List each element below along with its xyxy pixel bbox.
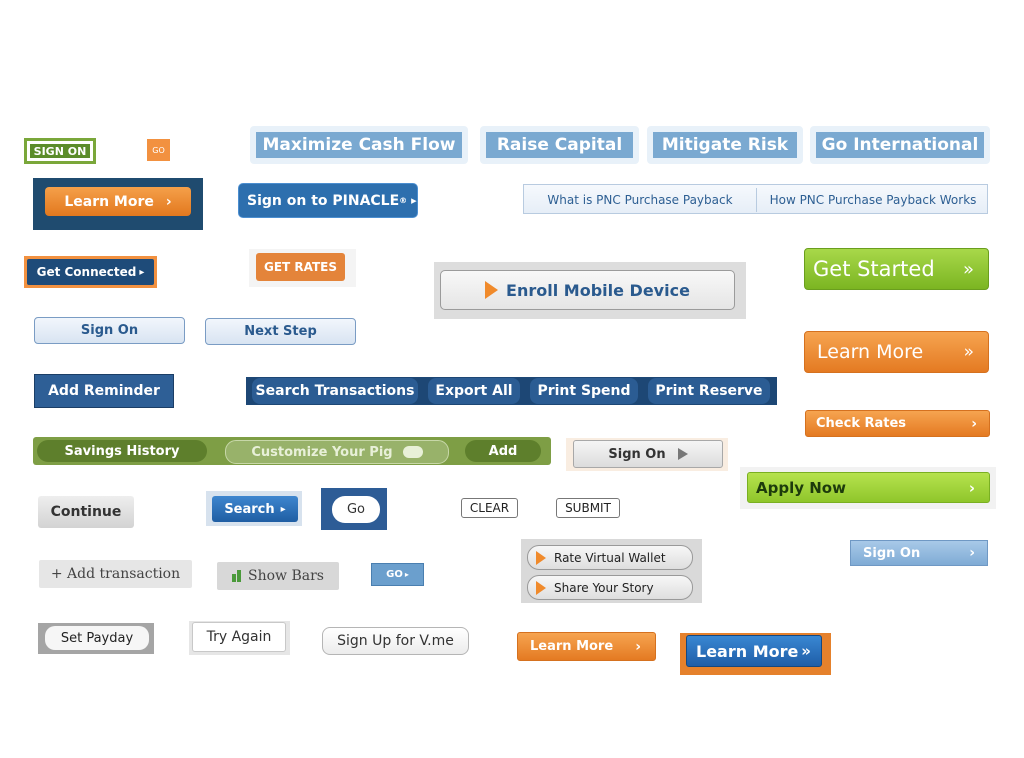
check-rates-button[interactable]: Check Rates › bbox=[805, 410, 990, 437]
tab-how-pnc-payback-works[interactable]: How PNC Purchase Payback Works bbox=[757, 185, 989, 215]
chevron-right-icon: › bbox=[968, 478, 975, 497]
share-story-label: Share Your Story bbox=[554, 580, 654, 595]
add-transaction-button[interactable]: + Add transaction bbox=[39, 560, 192, 588]
learn-more-small-button[interactable]: Learn More › bbox=[517, 632, 656, 661]
chevron-right-icon: › bbox=[971, 415, 977, 432]
learn-more-orange-label: Learn More bbox=[817, 341, 924, 363]
savings-toolbar: Savings History Customize Your Pig Add bbox=[33, 437, 551, 465]
sign-on-lightblue-button[interactable]: Sign On › bbox=[850, 540, 988, 566]
play-triangle-icon bbox=[677, 448, 688, 460]
triangle-right-icon: ▸ bbox=[411, 194, 417, 207]
pnc-payback-tabs: What is PNC Purchase Payback How PNC Pur… bbox=[523, 184, 988, 214]
print-spend-button[interactable]: Print Spend bbox=[530, 378, 638, 404]
learn-more-orange-button[interactable]: Learn More » bbox=[804, 331, 989, 373]
sign-on-green-button[interactable]: SIGN ON bbox=[24, 138, 96, 164]
apply-now-button[interactable]: Apply Now › bbox=[747, 472, 990, 503]
learn-more-small-label: Learn More bbox=[530, 639, 614, 654]
sign-up-vme-button[interactable]: Sign Up for V.me bbox=[322, 627, 469, 655]
show-bars-label: Show Bars bbox=[248, 568, 324, 584]
double-chevron-icon: » bbox=[801, 642, 811, 660]
sign-on-pinacle-button[interactable]: Sign on to PINACLE ® ▸ bbox=[238, 183, 418, 218]
go-orange-button[interactable]: GO bbox=[147, 139, 170, 161]
search-button[interactable]: Search ▸ bbox=[212, 496, 298, 522]
export-all-button[interactable]: Export All bbox=[428, 378, 520, 404]
chevron-right-icon: › bbox=[635, 638, 641, 655]
get-connected-label: Get Connected bbox=[36, 265, 137, 279]
rate-virtual-wallet-button[interactable]: Rate Virtual Wallet bbox=[527, 545, 693, 570]
show-bars-button[interactable]: Show Bars bbox=[217, 562, 339, 590]
add-button[interactable]: Add bbox=[465, 440, 541, 462]
check-rates-label: Check Rates bbox=[816, 416, 907, 431]
triangle-right-icon: ▸ bbox=[404, 570, 409, 579]
play-triangle-icon bbox=[536, 550, 546, 565]
enroll-mobile-device-button[interactable]: Enroll Mobile Device bbox=[440, 270, 735, 310]
clear-button[interactable]: CLEAR bbox=[461, 498, 518, 518]
maximize-cash-flow-button[interactable]: Maximize Cash Flow bbox=[250, 126, 468, 164]
sign-on-green-label: SIGN ON bbox=[30, 144, 90, 158]
share-your-story-button[interactable]: Share Your Story bbox=[527, 575, 693, 600]
learn-more-dark-button[interactable]: Learn More › bbox=[45, 187, 191, 216]
sign-on-lightblue-label: Sign On bbox=[863, 545, 921, 561]
sign-on-pinacle-label: Sign on to PINACLE bbox=[247, 192, 400, 209]
sign-on-grey-button[interactable]: Sign On bbox=[573, 440, 723, 468]
transaction-toolbar: Search Transactions Export All Print Spe… bbox=[246, 377, 777, 405]
chevron-right-icon: › bbox=[165, 193, 172, 210]
tab-what-is-pnc-payback[interactable]: What is PNC Purchase Payback bbox=[524, 185, 756, 215]
double-chevron-icon: » bbox=[962, 258, 974, 280]
add-reminder-button[interactable]: Add Reminder bbox=[34, 374, 174, 408]
continue-button[interactable]: Continue bbox=[38, 496, 134, 528]
search-transactions-button[interactable]: Search Transactions bbox=[252, 378, 418, 404]
try-again-button[interactable]: Try Again bbox=[192, 622, 286, 652]
learn-more-blue-label: Learn More bbox=[696, 641, 799, 661]
customize-pig-button[interactable]: Customize Your Pig bbox=[225, 440, 449, 464]
sign-on-grey-label: Sign On bbox=[608, 446, 666, 462]
submit-button[interactable]: SUBMIT bbox=[556, 498, 620, 518]
chevron-right-icon: › bbox=[969, 545, 975, 561]
mitigate-risk-button[interactable]: Mitigate Risk bbox=[647, 126, 803, 164]
go-button[interactable]: Go bbox=[332, 496, 380, 523]
double-chevron-icon: » bbox=[963, 342, 974, 362]
set-payday-button[interactable]: Set Payday bbox=[45, 626, 149, 650]
savings-history-button[interactable]: Savings History bbox=[37, 440, 207, 462]
learn-more-dark-label: Learn More bbox=[64, 193, 154, 210]
enroll-mobile-label: Enroll Mobile Device bbox=[506, 280, 690, 300]
customize-pig-label: Customize Your Pig bbox=[251, 444, 393, 460]
go-small-button[interactable]: GO ▸ bbox=[371, 563, 424, 586]
raise-capital-button[interactable]: Raise Capital bbox=[480, 126, 639, 164]
triangle-right-icon: ▸ bbox=[139, 266, 145, 278]
go-international-button[interactable]: Go International bbox=[810, 126, 990, 164]
get-started-button[interactable]: Get Started » bbox=[804, 248, 989, 290]
play-triangle-icon bbox=[485, 281, 499, 299]
sign-on-blue-button[interactable]: Sign On bbox=[34, 317, 185, 344]
get-started-label: Get Started bbox=[813, 257, 935, 281]
rate-wallet-label: Rate Virtual Wallet bbox=[554, 550, 666, 565]
print-reserve-button[interactable]: Print Reserve bbox=[648, 378, 770, 404]
play-triangle-icon bbox=[536, 580, 546, 595]
triangle-right-icon: ▸ bbox=[280, 503, 286, 515]
bar-chart-icon bbox=[232, 570, 242, 582]
search-label: Search bbox=[224, 501, 275, 517]
registered-mark: ® bbox=[399, 196, 408, 205]
get-rates-button[interactable]: GET RATES bbox=[256, 253, 345, 281]
next-step-button[interactable]: Next Step bbox=[205, 318, 356, 345]
get-connected-button[interactable]: Get Connected ▸ bbox=[24, 256, 157, 288]
go-small-label: GO bbox=[386, 569, 403, 580]
learn-more-blue-button[interactable]: Learn More » bbox=[686, 635, 822, 667]
piggy-bank-icon bbox=[402, 446, 423, 458]
apply-now-label: Apply Now bbox=[756, 478, 846, 497]
